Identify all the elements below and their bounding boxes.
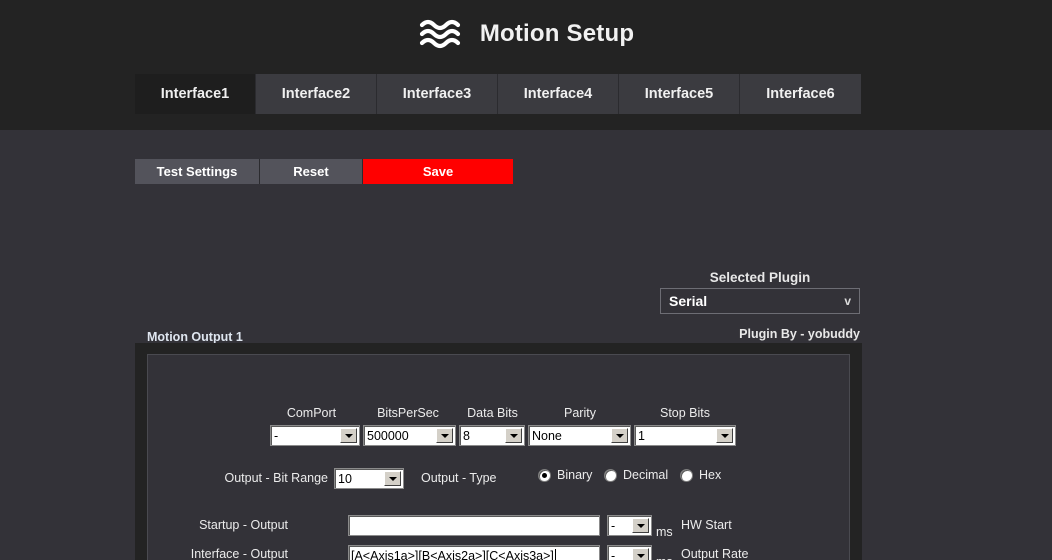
parity-dropdown[interactable]: None [528,425,631,446]
startup-delay-value: - [608,516,632,535]
startup-delay-unit: ms [656,525,673,539]
chevron-down-icon [384,471,401,486]
chevron-down-icon [632,518,649,533]
app-header: Motion Setup Interface1 Interface2 Inter… [0,0,1052,130]
comport-value: - [271,426,340,445]
selected-plugin-label: Selected Plugin [660,270,860,285]
output-type-decimal-radio[interactable]: Decimal [604,468,668,482]
radio-empty-icon [604,469,617,482]
selected-plugin-value: Serial [669,293,844,309]
output-type-label: Output - Type [421,471,497,485]
tab-interface4[interactable]: Interface4 [498,74,619,114]
reset-button[interactable]: Reset [260,159,363,184]
motion-output-section-label: Motion Output 1 [147,330,243,344]
chevron-down-icon [716,428,733,443]
output-type-binary-radio[interactable]: Binary [538,468,592,482]
interface-tabs: Interface1 Interface2 Interface3 Interfa… [135,74,861,114]
startup-output-label: Startup - Output [168,518,288,532]
chevron-down-icon [505,428,522,443]
chevron-down-icon [611,428,628,443]
tab-interface2[interactable]: Interface2 [256,74,377,114]
stopbits-label: Stop Bits [635,406,735,420]
tab-interface6[interactable]: Interface6 [740,74,861,114]
startup-note: HW Start [681,518,732,532]
bitspersec-value: 500000 [364,426,436,445]
text-caret [555,549,556,560]
tab-interface3[interactable]: Interface3 [377,74,498,114]
chevron-down-icon [436,428,453,443]
main-content: Test Settings Reset Save Selected Plugin… [0,130,1052,560]
chevron-down-icon [340,428,357,443]
bit-range-value: 10 [335,469,384,488]
stopbits-dropdown[interactable]: 1 [634,425,736,446]
interface-note: Output Rate [681,547,748,560]
chevron-down-icon [632,548,649,560]
page-title: Motion Setup [480,22,634,46]
motion-output-panel: ComPort BitsPerSec Data Bits Parity Stop… [135,343,862,560]
plugin-credit: Plugin By - yobuddy [739,327,860,341]
startup-delay-dropdown[interactable]: - [607,515,652,536]
comport-dropdown[interactable]: - [270,425,360,446]
test-settings-button[interactable]: Test Settings [135,159,260,184]
motion-output-panel-inner: ComPort BitsPerSec Data Bits Parity Stop… [147,354,850,560]
bit-range-label: Output - Bit Range [208,471,328,485]
comport-label: ComPort [270,406,353,420]
bitspersec-label: BitsPerSec [363,406,453,420]
output-type-hex-radio[interactable]: Hex [680,468,721,482]
radio-filled-icon [538,469,551,482]
interface-output-input[interactable]: [A<Axis1a>][B<Axis2a>][C<Axis3a>] [348,545,600,560]
save-button[interactable]: Save [363,159,513,184]
output-type-binary-label: Binary [557,468,592,482]
interface-delay-dropdown[interactable]: - [607,545,652,560]
bitspersec-dropdown[interactable]: 500000 [363,425,456,446]
tab-interface1[interactable]: Interface1 [135,74,256,114]
databits-label: Data Bits [460,406,525,420]
databits-dropdown[interactable]: 8 [459,425,525,446]
tab-interface5[interactable]: Interface5 [619,74,740,114]
databits-value: 8 [460,426,505,445]
action-toolbar: Test Settings Reset Save [135,159,513,184]
parity-value: None [529,426,611,445]
parity-label: Parity [530,406,630,420]
interface-output-value: [A<Axis1a>][B<Axis2a>][C<Axis3a>] [351,549,554,560]
startup-output-input[interactable] [348,515,600,536]
selected-plugin-dropdown[interactable]: Serial v [660,288,860,314]
app-brand: Motion Setup [0,14,1052,54]
interface-delay-value: - [608,546,632,560]
output-type-decimal-label: Decimal [623,468,668,482]
radio-empty-icon [680,469,693,482]
interface-output-label: Interface - Output [168,547,288,560]
output-type-hex-label: Hex [699,468,721,482]
chevron-down-icon: v [844,294,851,308]
stopbits-value: 1 [635,426,716,445]
interface-delay-unit: ms [656,555,673,560]
waves-icon [418,14,466,54]
bit-range-dropdown[interactable]: 10 [334,468,404,489]
